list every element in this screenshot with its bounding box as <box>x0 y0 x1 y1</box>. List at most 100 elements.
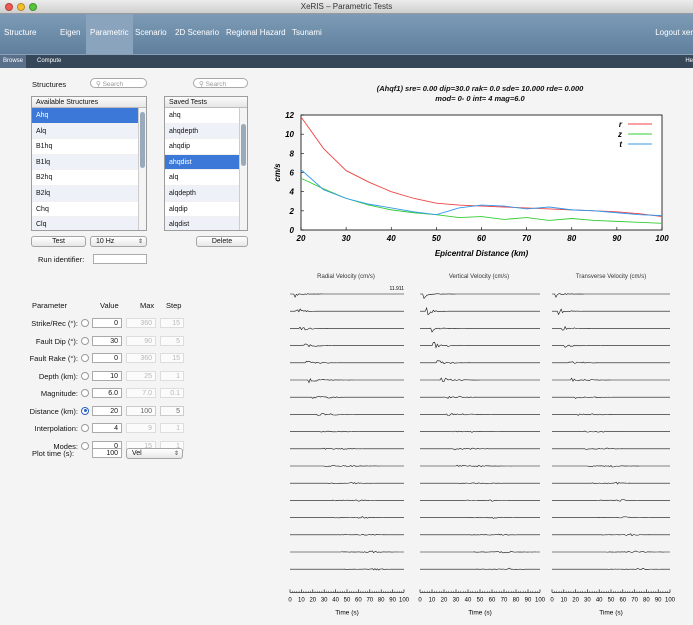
menu-tsunami[interactable]: Tsunami <box>292 28 322 37</box>
main-menu-bar: Structure Eigen Parametric Scenario 2D S… <box>0 14 693 54</box>
time-tick-label: 20 <box>309 597 316 603</box>
time-tick-label: 10 <box>429 597 436 603</box>
list-item[interactable]: alqdist <box>165 217 247 230</box>
y-tick-label: 0 <box>290 226 295 235</box>
parameter-max-input[interactable]: 25 <box>126 370 156 381</box>
seismogram-trace <box>290 396 404 399</box>
scrollbar-thumb[interactable] <box>241 124 246 166</box>
structures-scrollbar[interactable] <box>138 108 146 230</box>
parameter-step-input[interactable]: 0.1 <box>160 388 184 398</box>
parameter-max-input[interactable]: 90 <box>126 335 156 346</box>
parameter-label: Depth (km): <box>38 371 78 381</box>
help-link[interactable]: He <box>685 58 693 64</box>
menu-2d-scenario[interactable]: 2D Scenario <box>175 28 219 37</box>
menu-eigen[interactable]: Eigen <box>60 28 80 37</box>
plot-mode-select[interactable]: Vel ⇕ <box>126 448 183 459</box>
distance-chart: 0 2 4 6 8 10 12 20 30 40 50 60 70 80 90 100 Epicentral D… <box>273 111 669 258</box>
time-tick-label: 20 <box>572 597 579 603</box>
menu-regional-hazard[interactable]: Regional Hazard <box>226 28 286 37</box>
parameter-radio[interactable] <box>81 371 89 380</box>
time-tick-label: 70 <box>631 597 638 603</box>
list-item[interactable]: Clq <box>32 217 146 230</box>
run-identifier-input[interactable] <box>93 254 147 264</box>
list-item[interactable]: alq <box>165 170 247 186</box>
time-axis-label: Time (s) <box>599 609 623 616</box>
parameter-max-input[interactable]: 9 <box>126 423 156 433</box>
seismogram-trace <box>290 293 404 298</box>
list-item[interactable]: ahqdepth <box>165 123 247 140</box>
parameter-max-input[interactable]: 7.0 <box>126 388 156 398</box>
parameter-value-input[interactable]: 20 <box>92 405 122 416</box>
parameter-step-input[interactable]: 1 <box>160 423 184 433</box>
parameter-max-input[interactable]: 100 <box>126 405 156 416</box>
available-structures-list[interactable]: Available Structures Ahq Alq B1hq B1lq B2hq B… <box>31 96 147 231</box>
plot-time-input[interactable]: 100 <box>92 448 122 458</box>
seismogram-trace <box>420 551 541 554</box>
parameter-radio[interactable] <box>81 336 89 345</box>
saved-tests-search-input[interactable]: ⚲ Search <box>193 78 248 88</box>
parameter-radio[interactable] <box>81 319 89 327</box>
parameter-step-input[interactable]: 15 <box>160 318 184 328</box>
parameter-max-input[interactable]: 360 <box>126 353 156 363</box>
parameter-value-input[interactable]: 0 <box>92 353 122 363</box>
parameter-radio[interactable] <box>81 441 89 450</box>
parameter-value-input[interactable]: 4 <box>92 423 122 433</box>
scrollbar-thumb[interactable] <box>140 112 145 168</box>
menu-structure[interactable]: Structure <box>4 28 36 37</box>
seismogram-trace <box>420 516 541 519</box>
parameter-value-input[interactable]: 30 <box>92 335 122 346</box>
time-tick-label: 20 <box>441 597 448 603</box>
y-tick-label: 6 <box>290 169 295 178</box>
list-header: Saved Tests <box>165 97 247 108</box>
frequency-select[interactable]: 10 Hz ⇕ <box>90 236 147 247</box>
structures-label: Structures <box>32 80 67 89</box>
seismogram-trace <box>552 447 670 450</box>
list-item[interactable]: ahqdist <box>165 154 247 171</box>
parameter-radio[interactable] <box>81 406 89 415</box>
seismogram-trace <box>290 568 405 571</box>
step-header: Step <box>166 301 182 310</box>
saved-tests-scrollbar[interactable] <box>239 108 247 230</box>
parameter-step-input[interactable]: 5 <box>160 405 184 416</box>
parameter-value-input[interactable]: 0 <box>92 318 122 328</box>
y-tick-label: 10 <box>285 130 294 139</box>
delete-button[interactable]: Delete <box>196 236 248 247</box>
list-item[interactable]: B1lq <box>32 154 146 171</box>
parameter-value-input[interactable]: 10 <box>92 370 122 381</box>
list-item[interactable]: alqdip <box>165 202 247 218</box>
saved-tests-list[interactable]: Saved Tests ahq ahqdepth ahqdip ahqdist alq a… <box>164 96 248 231</box>
time-axis-label: Time (s) <box>335 609 359 616</box>
plot-area <box>300 114 663 231</box>
logout-button[interactable]: Logout xer <box>655 28 693 37</box>
menu-scenario[interactable]: Scenario <box>135 28 167 37</box>
list-item[interactable]: Chq <box>32 202 146 218</box>
parameter-step-input[interactable]: 5 <box>160 335 184 346</box>
list-item[interactable]: B1hq <box>32 139 146 155</box>
menu-parametric[interactable]: Parametric <box>86 14 133 54</box>
time-tick-label: 30 <box>453 597 460 603</box>
list-item[interactable]: ahq <box>165 108 247 124</box>
parameter-step-input[interactable]: 15 <box>160 353 184 363</box>
list-item[interactable]: ahqdip <box>165 139 247 155</box>
list-item[interactable]: Ahq <box>32 108 146 124</box>
test-button[interactable]: Test <box>31 236 86 247</box>
tab-compute[interactable]: Compute <box>37 58 61 64</box>
parameter-radio[interactable] <box>81 389 89 397</box>
time-tick-label: 70 <box>366 597 373 603</box>
time-tick-label: 60 <box>619 597 626 603</box>
tab-browse[interactable]: Browse <box>0 55 27 68</box>
time-tick-label: 10 <box>560 597 567 603</box>
peak-amplitude-label: 11.911 <box>389 286 404 292</box>
parameter-step-input[interactable]: 1 <box>160 370 184 381</box>
parameter-radio[interactable] <box>81 354 89 362</box>
parameter-label: Fault Dip (°): <box>35 336 78 346</box>
list-item[interactable]: alqdepth <box>165 185 247 202</box>
parameter-max-input[interactable]: 360 <box>126 318 156 328</box>
time-tick-label: 90 <box>655 597 662 603</box>
parameter-radio[interactable] <box>81 424 89 432</box>
list-item[interactable]: B2hq <box>32 170 146 186</box>
list-item[interactable]: Alq <box>32 123 146 140</box>
parameter-value-input[interactable]: 6.0 <box>92 388 122 398</box>
list-item[interactable]: B2lq <box>32 185 146 202</box>
structures-search-input[interactable]: ⚲ Search <box>90 78 147 88</box>
